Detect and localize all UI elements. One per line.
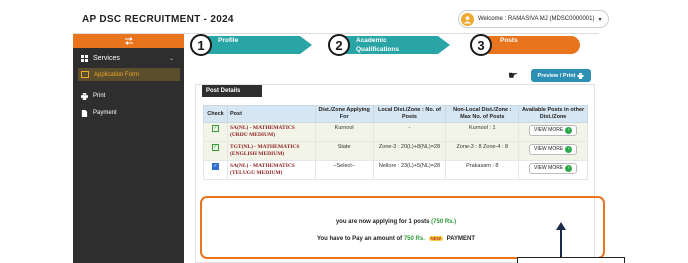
column-header: Post	[226, 105, 316, 123]
sidebar-toggle[interactable]	[73, 34, 184, 48]
step-label: Posts	[500, 37, 518, 44]
column-header: Non-Local Dist./Zone : Max No. of Posts	[445, 105, 520, 123]
column-header: Available Posts in other Dist./Zone	[518, 105, 588, 123]
applying-for: State	[314, 141, 374, 161]
view-more-button[interactable]: VIEW MORE ›	[528, 125, 578, 136]
view-more-label: VIEW MORE	[533, 165, 564, 171]
post-name: SA(NL) - MATHEMATICS (TELUGU MEDIUM)	[226, 160, 316, 180]
user-avatar-icon	[461, 12, 474, 26]
sidebar-item-payment[interactable]: Payment	[73, 106, 184, 120]
preview-print-label: Preview / Print	[537, 72, 576, 79]
sidebar-item-services[interactable]: Services ⌄	[73, 50, 184, 66]
step-number: 2	[328, 34, 350, 56]
top-bar: AP DSC RECRUITMENT - 2024 Welcome : RAMA…	[73, 4, 609, 34]
step-academic-qualifications[interactable]: 2 Academic Qualifications	[328, 34, 453, 56]
sidebar-item-label: Services	[93, 54, 120, 62]
nonlocal-posts: Kurnool : 1	[445, 122, 520, 142]
app-window: AP DSC RECRUITMENT - 2024 Welcome : RAMA…	[0, 0, 688, 263]
sidebar-item-print[interactable]: Print	[73, 89, 184, 103]
grid-icon	[81, 54, 88, 62]
column-header: Check	[203, 105, 228, 123]
sidebar-item-label: Application Form	[94, 71, 140, 78]
arrow-right-icon: ›	[565, 127, 573, 134]
step-number: 1	[190, 34, 212, 56]
column-header: Local Dist./Zone : No. of Posts	[372, 105, 447, 123]
chevron-down-icon: ⌄	[168, 55, 174, 62]
step-posts[interactable]: 3 Posts	[470, 34, 592, 56]
step-number: 3	[470, 34, 492, 56]
table-row: ✓ SA(NL) - MATHEMATICS (URDU MEDIUM) Kur…	[203, 122, 588, 142]
user-menu[interactable]: Welcome : RAMASIVA MJ (MDSC0000001) ▾	[458, 10, 609, 28]
swap-arrows-icon	[124, 37, 133, 45]
checkbox[interactable]: ✓	[211, 163, 219, 170]
posts-table: Check Post Dist./Zone Applying For Local…	[203, 105, 588, 180]
table-header-row: Check Post Dist./Zone Applying For Local…	[203, 105, 588, 123]
post-name: SA(NL) - MATHEMATICS (URDU MEDIUM)	[226, 122, 316, 142]
step-label: Profile	[218, 37, 239, 44]
form-icon	[81, 71, 89, 78]
sidebar: Services ⌄ Application Form Print Paymen…	[73, 34, 184, 263]
chevron-down-icon: ▾	[598, 16, 602, 23]
file-icon	[81, 109, 88, 117]
arrow-right-icon: ›	[565, 146, 573, 153]
post-name: TGT(NL) - MATHEMATICS (ENGLISH MEDIUM)	[226, 141, 316, 161]
view-more-label: VIEW MORE	[533, 127, 564, 133]
preview-print-button[interactable]: Preview / Print	[531, 69, 591, 82]
checkbox[interactable]: ✓	[211, 125, 219, 132]
applying-for-select[interactable]: --Select--	[314, 160, 374, 180]
applying-for: Kurnool	[314, 122, 374, 142]
view-more-button[interactable]: VIEW MORE ›	[528, 144, 578, 155]
post-details-title: Post Details	[202, 85, 262, 97]
progress-steps: 1 Profile 2 Academic Qualifications 3 Po…	[190, 34, 590, 58]
local-posts: Zone-3 : 20(L)+8(NL)=28	[372, 141, 447, 161]
checkbox[interactable]: ✓	[211, 144, 219, 151]
sidebar-item-label: Print	[93, 93, 106, 99]
annotation-box	[517, 257, 625, 263]
printer-icon	[577, 72, 584, 79]
local-posts: Nellore : 23(L)+5(NL)=28	[372, 160, 447, 180]
welcome-text: Welcome : RAMASIVA MJ (MDSC0000001)	[478, 16, 595, 22]
step-label: Academic Qualifications	[356, 37, 399, 53]
view-more-label: VIEW MORE	[533, 146, 564, 152]
app-title: AP DSC RECRUITMENT - 2024	[82, 14, 234, 25]
sidebar-item-label: Payment	[93, 110, 117, 116]
nonlocal-posts: Prakasam : 8	[445, 160, 520, 180]
arrow-right-icon: ›	[565, 165, 573, 172]
step-profile[interactable]: 1 Profile	[190, 34, 315, 56]
nonlocal-posts: Zone-3 : 8 Zone-4 : 8	[445, 141, 520, 161]
printer-icon	[81, 92, 88, 100]
table-row: ✓ SA(NL) - MATHEMATICS (TELUGU MEDIUM) -…	[203, 160, 588, 180]
table-row: ✓ TGT(NL) - MATHEMATICS (ENGLISH MEDIUM)…	[203, 141, 588, 161]
highlight-box	[200, 196, 605, 259]
pointing-hand-icon: ☛	[508, 70, 518, 82]
view-more-button[interactable]: VIEW MORE ›	[528, 163, 578, 174]
column-header: Dist./Zone Applying For	[314, 105, 374, 123]
local-posts: -	[372, 122, 447, 142]
sidebar-item-application-form[interactable]: Application Form	[78, 68, 180, 81]
